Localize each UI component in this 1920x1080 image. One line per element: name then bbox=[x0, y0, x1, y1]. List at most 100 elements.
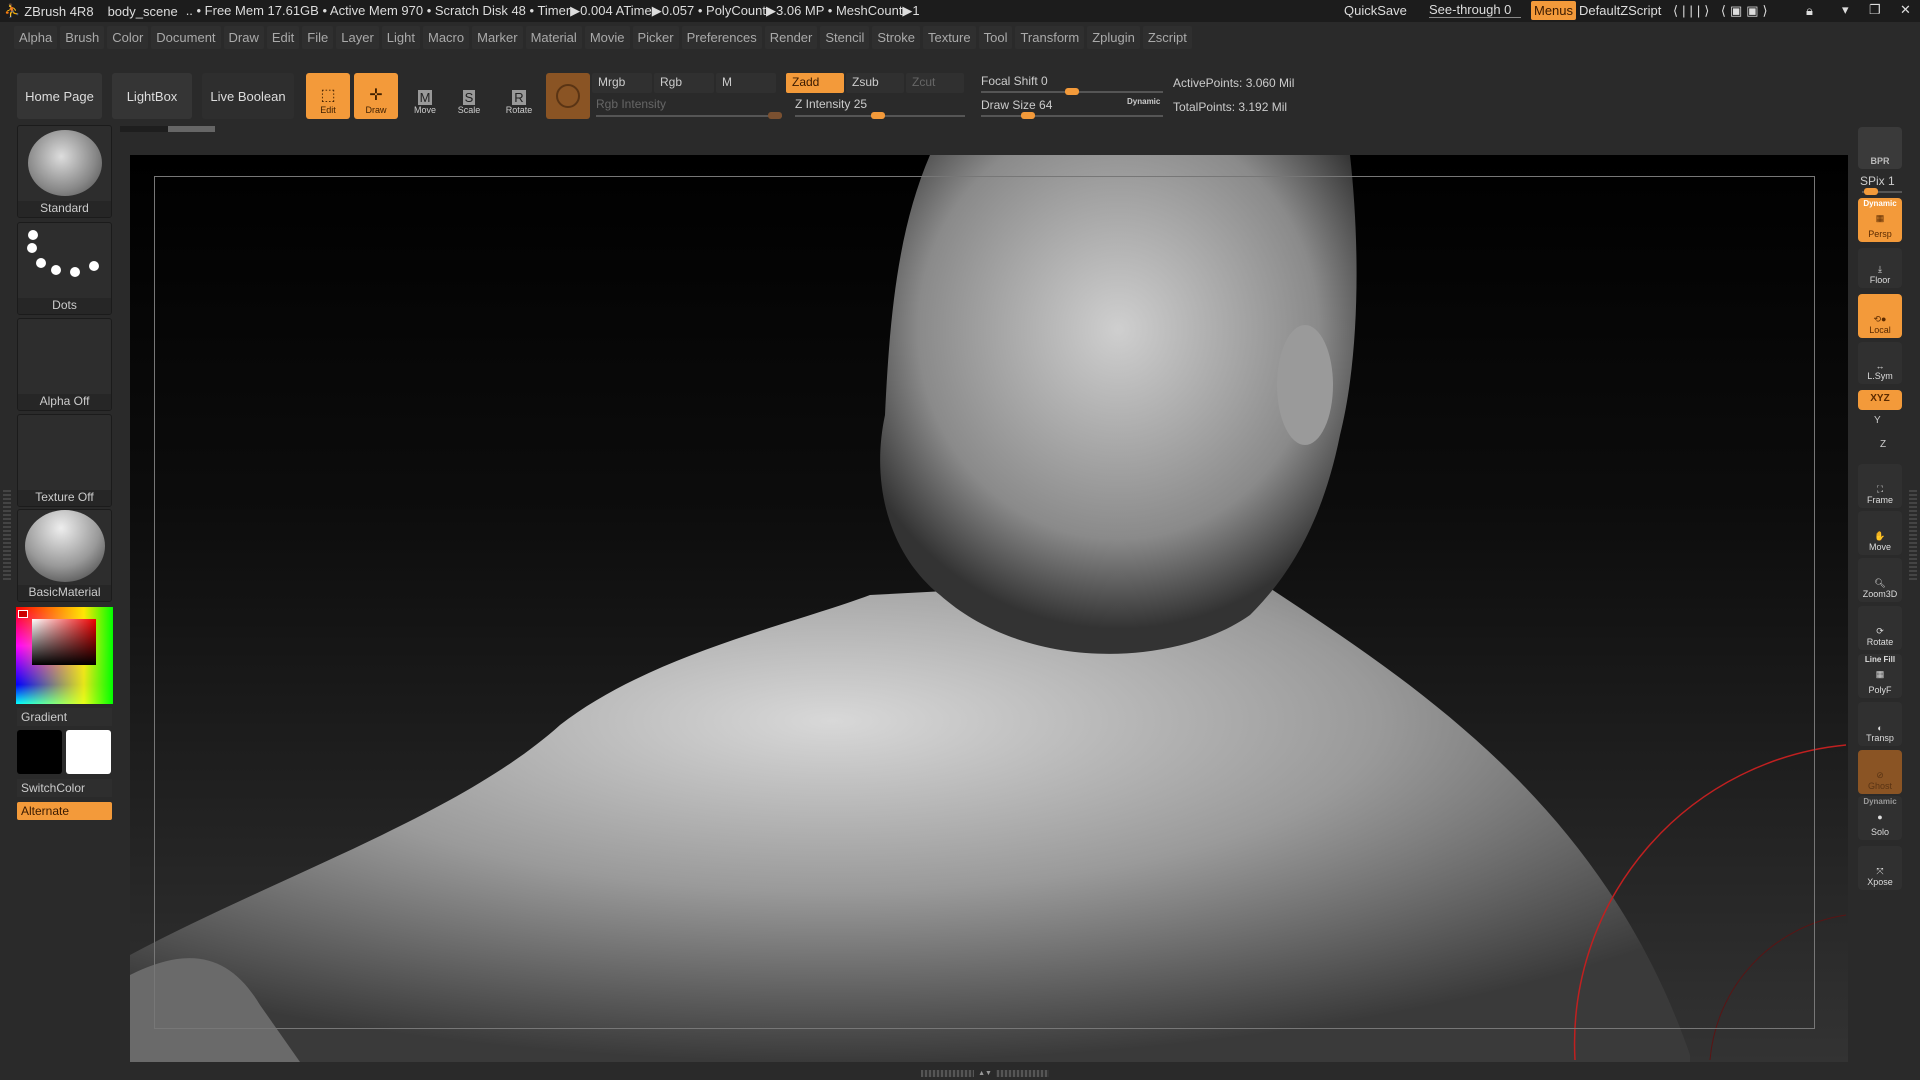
secondary-color-swatch[interactable] bbox=[66, 730, 111, 774]
solo-button[interactable]: Dynamic ● Solo bbox=[1858, 796, 1902, 840]
gradient-button[interactable]: Gradient bbox=[17, 708, 112, 726]
live-boolean-button[interactable]: Live Boolean bbox=[202, 73, 294, 119]
menu-draw[interactable]: Draw bbox=[223, 25, 264, 49]
lock-icon[interactable]: 🔒︎ bbox=[1806, 3, 1813, 19]
persp-button[interactable]: Dynamic ▦ Persp bbox=[1858, 198, 1902, 242]
menu-macro[interactable]: Macro bbox=[422, 25, 470, 49]
menu-render[interactable]: Render bbox=[764, 25, 818, 49]
frame-button[interactable]: ⛶ Frame bbox=[1858, 464, 1902, 508]
see-through-slider[interactable]: See-through 0 bbox=[1429, 2, 1521, 18]
transparency-icon: ◐ bbox=[1877, 723, 1883, 733]
material-sphere-button[interactable] bbox=[546, 73, 590, 119]
menu-movie[interactable]: Movie bbox=[584, 25, 630, 49]
xpose-button[interactable]: ⤧ Xpose bbox=[1858, 846, 1902, 890]
menu-layer[interactable]: Layer bbox=[336, 25, 379, 49]
rotate-view-button[interactable]: ⟳ Rotate bbox=[1858, 606, 1902, 650]
right-tray-toggle[interactable] bbox=[1909, 490, 1917, 580]
rotate-button[interactable]: R Rotate bbox=[497, 73, 541, 119]
bpr-label: BPR bbox=[1870, 156, 1890, 166]
material-sphere-icon bbox=[25, 510, 105, 582]
menu-preferences[interactable]: Preferences bbox=[681, 25, 762, 49]
menu-marker[interactable]: Marker bbox=[472, 25, 523, 49]
menu-edit[interactable]: Edit bbox=[266, 25, 300, 49]
move-view-button[interactable]: ✋ Move bbox=[1858, 511, 1902, 555]
menu-picker[interactable]: Picker bbox=[632, 25, 679, 49]
z-intensity-slider[interactable] bbox=[795, 112, 965, 119]
alpha-thumbnail[interactable]: Alpha Off bbox=[17, 318, 112, 411]
draw-label: Draw bbox=[365, 105, 387, 115]
primary-color-swatch[interactable] bbox=[17, 730, 62, 774]
tray-scrollbar[interactable] bbox=[120, 126, 215, 132]
rotate-y-button[interactable]: Y bbox=[1874, 415, 1881, 426]
dynamic-toggle[interactable]: Dynamic bbox=[1127, 97, 1160, 106]
alternate-button[interactable]: Alternate bbox=[17, 802, 112, 820]
menu-transform[interactable]: Transform bbox=[1015, 25, 1085, 49]
focal-shift-slider[interactable] bbox=[981, 88, 1163, 95]
polyf-button[interactable]: Line Fill ▦ PolyF bbox=[1858, 654, 1902, 698]
rotate-z-button[interactable]: Z bbox=[1880, 439, 1886, 450]
close-icon[interactable]: ✕ bbox=[1900, 2, 1911, 18]
edit-button[interactable]: ⬚ Edit bbox=[306, 73, 350, 119]
menu-zscript[interactable]: Zscript bbox=[1142, 25, 1192, 49]
spix-slider[interactable] bbox=[1862, 188, 1902, 195]
menu-alpha[interactable]: Alpha bbox=[14, 25, 58, 49]
menu-document[interactable]: Document bbox=[151, 25, 221, 49]
menu-material[interactable]: Material bbox=[525, 25, 582, 49]
minimize-icon[interactable]: ▾ bbox=[1842, 2, 1849, 18]
menu-texture[interactable]: Texture bbox=[922, 25, 976, 49]
menus-button[interactable]: Menus bbox=[1531, 1, 1577, 20]
switchcolor-button[interactable]: SwitchColor bbox=[17, 779, 112, 797]
document-canvas[interactable] bbox=[130, 155, 1848, 1062]
zsub-button[interactable]: Zsub bbox=[846, 73, 904, 93]
arrows-icon: ▲▼ bbox=[974, 1070, 996, 1077]
menu-color[interactable]: Color bbox=[107, 25, 149, 49]
color-square[interactable] bbox=[32, 619, 96, 665]
brush-thumbnail[interactable]: Standard bbox=[17, 125, 112, 218]
menu-file[interactable]: File bbox=[302, 25, 334, 49]
material-thumbnail[interactable]: BasicMaterial bbox=[17, 509, 112, 602]
rgb-button[interactable]: Rgb bbox=[654, 73, 714, 93]
lightbox-button[interactable]: LightBox bbox=[112, 73, 192, 119]
zoom3d-button[interactable]: 🔍︎ Zoom3D bbox=[1858, 558, 1902, 602]
menu-tool[interactable]: Tool bbox=[978, 25, 1013, 49]
quicksave-button[interactable]: QuickSave bbox=[1344, 3, 1407, 18]
ui-layout-icons[interactable]: ⟨|||⟩ ⟨▣▣⟩ bbox=[1673, 3, 1772, 19]
texture-thumbnail[interactable]: Texture Off bbox=[17, 414, 112, 507]
local-button[interactable]: ⟲● Local bbox=[1858, 294, 1902, 338]
menu-stroke[interactable]: Stroke bbox=[872, 25, 920, 49]
app-name: ZBrush 4R8 bbox=[24, 3, 94, 19]
bottom-tray-toggle[interactable]: ▲▼ bbox=[921, 1070, 1049, 1077]
ghost-button[interactable]: ⊘ Ghost bbox=[1858, 750, 1902, 794]
draw-size-slider[interactable] bbox=[981, 112, 1163, 119]
menu-brush[interactable]: Brush bbox=[60, 25, 105, 49]
symmetry-icon: ↔ bbox=[1875, 361, 1885, 371]
transp-button[interactable]: ◐ Transp bbox=[1858, 702, 1902, 746]
left-tray-toggle[interactable] bbox=[3, 490, 11, 580]
default-zscript-button[interactable]: DefaultZScript bbox=[1579, 3, 1661, 18]
document-frame bbox=[154, 176, 1815, 1029]
m-button[interactable]: M bbox=[716, 73, 776, 93]
rotate-xyz-button[interactable]: XYZ bbox=[1858, 390, 1902, 410]
stroke-thumbnail[interactable]: Dots bbox=[17, 222, 112, 315]
zadd-button[interactable]: Zadd bbox=[786, 73, 844, 93]
restore-icon[interactable]: ❐ bbox=[1869, 2, 1881, 18]
alpha-label: Alpha Off bbox=[18, 394, 111, 410]
zbrush-logo-icon: ⛹ bbox=[4, 3, 21, 18]
zcut-button[interactable]: Zcut bbox=[906, 73, 964, 93]
scale-button[interactable]: S Scale bbox=[447, 73, 491, 119]
floor-button[interactable]: ⤓ Floor bbox=[1858, 248, 1902, 288]
rgb-intensity-slider[interactable] bbox=[596, 112, 782, 119]
color-picker[interactable] bbox=[16, 607, 113, 704]
rotate-icon: R bbox=[512, 90, 526, 105]
bpr-button[interactable]: BPR bbox=[1858, 127, 1902, 169]
menu-light[interactable]: Light bbox=[381, 25, 420, 49]
mrgb-button[interactable]: Mrgb bbox=[592, 73, 652, 93]
menu-stencil[interactable]: Stencil bbox=[820, 25, 870, 49]
lsym-button[interactable]: ↔ L.Sym bbox=[1858, 342, 1902, 384]
home-page-button[interactable]: Home Page bbox=[17, 73, 102, 119]
document-name: body_scene bbox=[107, 3, 178, 19]
move-button[interactable]: M Move bbox=[403, 73, 447, 119]
draw-button[interactable]: ✛ Draw bbox=[354, 73, 398, 119]
move-view-label: Move bbox=[1868, 542, 1891, 552]
menu-zplugin[interactable]: Zplugin bbox=[1087, 25, 1140, 49]
